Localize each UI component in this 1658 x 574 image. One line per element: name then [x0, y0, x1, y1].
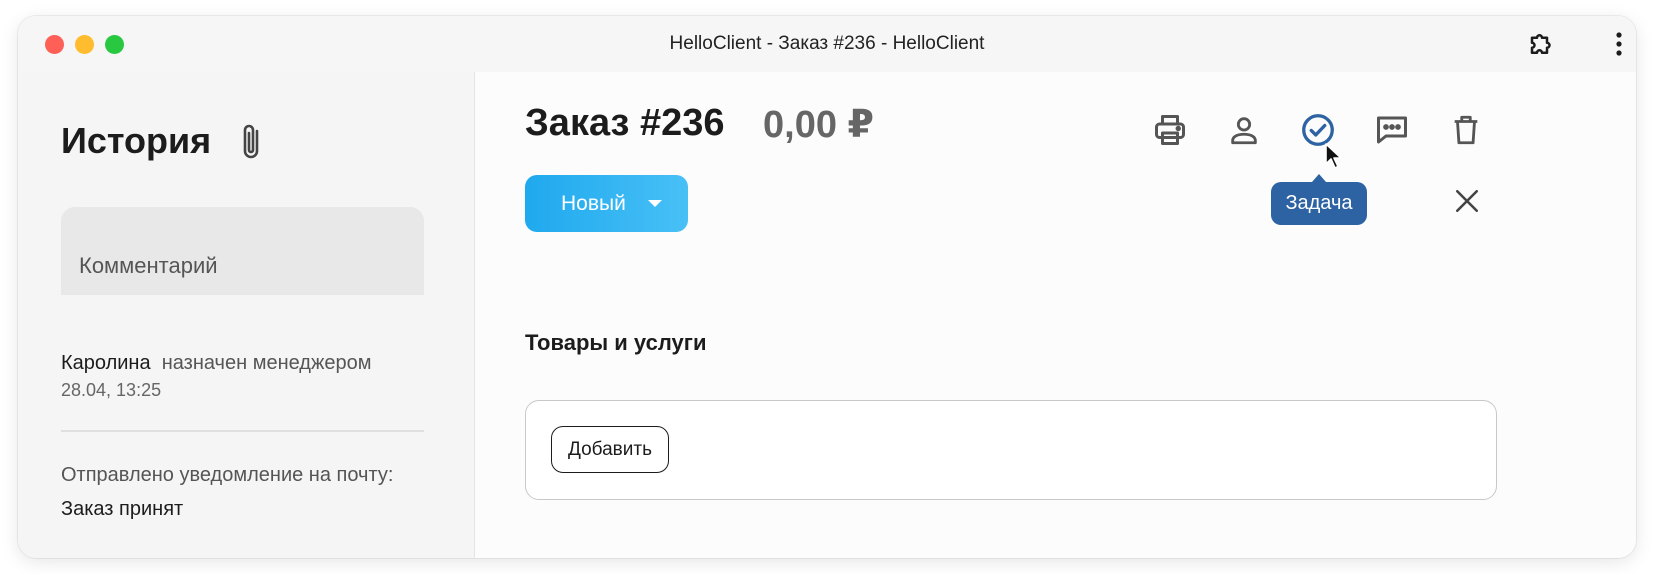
- history-event: Каролина назначен менеджером 28.04, 13:2…: [61, 348, 431, 401]
- order-amount: 0,00 ₽: [763, 104, 874, 146]
- event-action: назначен менеджером: [161, 352, 372, 374]
- add-item-button[interactable]: Добавить: [551, 426, 669, 473]
- title-bar: HelloClient - Заказ #236 - HelloClient: [18, 16, 1636, 72]
- event-actor: Каролина: [61, 352, 151, 374]
- order-panel: Заказ #236 0,00 ₽ Новый Задача Товары и …: [475, 72, 1636, 558]
- extension-icon[interactable]: [1526, 28, 1558, 60]
- chevron-down-icon: [647, 200, 662, 207]
- kebab-menu-icon[interactable]: [1603, 28, 1635, 60]
- trash-icon[interactable]: [1446, 110, 1486, 150]
- event-value: Заказ принят: [61, 498, 184, 520]
- order-title: Заказ #236: [525, 102, 725, 144]
- paperclip-icon[interactable]: [240, 122, 266, 162]
- history-sidebar: История Каролина назначен менеджером 28.…: [18, 72, 475, 558]
- comment-input[interactable]: [61, 207, 424, 295]
- event-divider: [61, 430, 424, 432]
- print-icon[interactable]: [1150, 110, 1190, 150]
- task-tooltip: Задача: [1271, 174, 1367, 225]
- app-window: HelloClient - Заказ #236 - HelloClient И…: [18, 16, 1636, 558]
- event-text: Отправлено уведомление на почту:: [61, 464, 394, 486]
- status-label: Новый: [561, 191, 626, 215]
- section-title: Товары и услуги: [525, 330, 707, 355]
- mouse-cursor-icon: [1324, 142, 1344, 175]
- chat-icon[interactable]: [1372, 110, 1412, 150]
- status-dropdown-button[interactable]: Новый: [525, 175, 688, 232]
- close-icon[interactable]: [1450, 184, 1484, 218]
- goods-card: Добавить: [525, 400, 1497, 500]
- history-title: История: [61, 120, 212, 161]
- event-time: 28.04, 13:25: [61, 380, 162, 400]
- history-event: Отправлено уведомление на почту: Заказ п…: [61, 458, 431, 526]
- user-icon[interactable]: [1224, 110, 1264, 150]
- window-title: HelloClient - Заказ #236 - HelloClient: [669, 33, 985, 54]
